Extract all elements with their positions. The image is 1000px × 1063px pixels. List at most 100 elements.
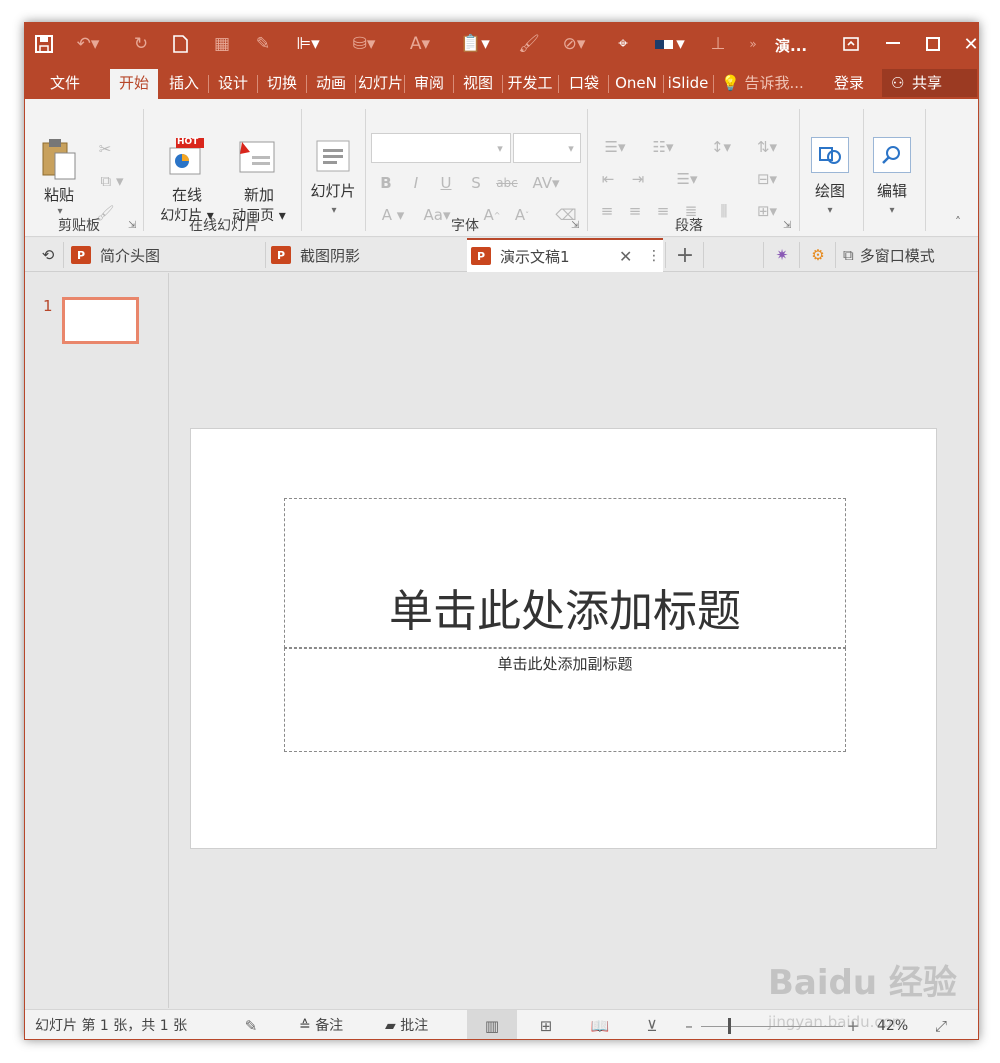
reading-view-icon[interactable]: 📖 (587, 1014, 613, 1038)
font-color-icon[interactable]: A▾ (403, 31, 437, 57)
font-name-field[interactable] (371, 133, 511, 163)
center-text-icon[interactable]: ≡ (623, 199, 647, 223)
paste-large-icon[interactable] (39, 137, 79, 181)
decrease-indent-icon[interactable]: ⇤ (595, 167, 621, 191)
save-icon[interactable] (31, 31, 57, 57)
zoom-out-icon[interactable]: – (681, 1014, 697, 1038)
font-color-icon-ribbon[interactable]: A ▾ (375, 203, 411, 227)
find-icon[interactable] (873, 137, 911, 173)
paste-label[interactable]: 粘贴 (35, 185, 83, 206)
strikethrough-icon[interactable]: abc (491, 171, 523, 195)
align-text-icon[interactable]: ⊟▾ (747, 167, 787, 191)
drawing-icon[interactable] (811, 137, 849, 173)
bullets-icon[interactable]: ☰▾ (595, 135, 635, 159)
close-icon[interactable]: ✕ (953, 29, 978, 59)
tab-review[interactable]: 审阅 (407, 69, 451, 99)
signin-link[interactable]: 登录 (825, 69, 873, 99)
fit-to-window-icon[interactable]: ⤢ (929, 1014, 953, 1038)
drawing-dropdown-icon[interactable]: ▾ (823, 203, 837, 217)
tab-animations[interactable]: 动画 (309, 69, 353, 99)
tell-me-box[interactable]: 💡 告诉我... (721, 69, 821, 99)
new-slide-dropdown-icon[interactable]: ▾ (327, 203, 341, 217)
slideshow-view-icon[interactable]: ⊻ (639, 1014, 665, 1038)
brush-icon[interactable]: 🖌 (516, 31, 542, 57)
title-placeholder[interactable]: 单击此处添加标题 (284, 498, 846, 648)
magic-icon[interactable]: ✷ (767, 238, 797, 272)
tab-islide[interactable]: iSlide (665, 69, 711, 99)
tab-insert[interactable]: 插入 (162, 69, 206, 99)
maximize-icon[interactable] (915, 29, 951, 59)
multiwindow-mode-button[interactable]: ⧉ 多窗口模式 (843, 238, 973, 272)
overflow-icon[interactable]: » (743, 31, 763, 57)
paste-icon[interactable]: 📋▾ (457, 31, 493, 57)
font-launcher-icon[interactable]: ⇲ (571, 220, 579, 231)
color-block-icon[interactable]: ▾ (651, 31, 689, 57)
new-animation-label-1[interactable]: 新加 (221, 185, 297, 206)
new-document-icon[interactable] (168, 31, 192, 57)
copy-icon[interactable]: ⧉ ▾ (91, 169, 133, 193)
new-slide-label[interactable]: 幻灯片 (305, 181, 361, 202)
ribbon-display-icon[interactable] (833, 29, 869, 59)
tab-pocket[interactable]: 口袋 (562, 69, 606, 99)
comments-button[interactable]: ▰ 批注 (385, 1010, 428, 1039)
spellcheck-icon[interactable]: ✎ (239, 1014, 263, 1038)
subtitle-placeholder[interactable]: 单击此处添加副标题 (284, 648, 846, 752)
increase-indent-icon[interactable]: ⇥ (625, 167, 651, 191)
undo-icon[interactable]: ↶▾ (73, 31, 103, 57)
tab-slideshow[interactable]: 幻灯片 (358, 69, 402, 99)
settings-gear-icon[interactable]: ⚙ (803, 238, 833, 272)
pen-icon[interactable]: ✎ (251, 31, 275, 57)
paragraph-launcher-icon[interactable]: ⇲ (783, 220, 791, 231)
tab-file[interactable]: 文件 (37, 69, 93, 99)
slide-canvas[interactable]: 单击此处添加标题 单击此处添加副标题 (190, 428, 937, 849)
char-spacing-icon[interactable]: AV▾ (527, 171, 565, 195)
columns-icon[interactable]: ☰▾ (667, 167, 707, 191)
slide-thumbnail[interactable] (62, 297, 139, 344)
tab-design[interactable]: 设计 (211, 69, 255, 99)
font-name-dropdown-icon[interactable]: ▾ (491, 137, 509, 159)
text-direction-icon[interactable]: ⇅▾ (747, 135, 787, 159)
doc-tab-2[interactable]: P 截图阴影 (271, 238, 465, 272)
editing-label[interactable]: 编辑 (865, 181, 919, 202)
cut-icon[interactable]: ✂ (93, 137, 117, 161)
new-slide-icon[interactable] (313, 137, 353, 175)
shadow-icon[interactable]: S (465, 171, 487, 195)
minimize-icon[interactable] (875, 29, 911, 59)
italic-icon[interactable]: I (405, 171, 427, 195)
tab-view[interactable]: 视图 (456, 69, 500, 99)
zoom-slider-thumb[interactable] (728, 1018, 731, 1034)
tab-home[interactable]: 开始 (110, 69, 158, 99)
online-slides-label-1[interactable]: 在线 (149, 185, 225, 206)
paint-bucket-icon[interactable]: ⛁▾ (347, 31, 381, 57)
align-left-text-icon[interactable]: ≡ (595, 199, 619, 223)
target-icon[interactable]: ⌖ (610, 31, 636, 57)
normal-view-icon[interactable]: ▥ (467, 1010, 517, 1039)
share-button[interactable]: ⚇ 共享 (882, 69, 977, 97)
editing-dropdown-icon[interactable]: ▾ (885, 203, 899, 217)
new-animation-page-icon[interactable] (235, 135, 279, 179)
align-center-icon[interactable]: ⊥ (706, 31, 730, 57)
close-tab-icon[interactable]: ✕ (619, 247, 632, 266)
slide-sorter-icon[interactable]: ⊞ (533, 1014, 559, 1038)
notes-button[interactable]: ≙ 备注 (299, 1010, 343, 1039)
line-spacing-icon[interactable]: ↕▾ (701, 135, 741, 159)
tab-history-icon[interactable]: ⟲ (33, 238, 63, 272)
bold-icon[interactable]: B (375, 171, 397, 195)
tab-onenote[interactable]: OneN (611, 69, 661, 99)
shrink-font-icon[interactable]: Aˇ (511, 203, 533, 227)
tab-transitions[interactable]: 切换 (260, 69, 304, 99)
smartart-icon[interactable]: ⊞▾ (747, 199, 787, 223)
doc-tab-1[interactable]: P 简介头图 (71, 238, 265, 272)
shape-icon[interactable]: ⊘▾ (555, 31, 593, 57)
tab-developer[interactable]: 开发工 (505, 69, 555, 99)
clipboard-launcher-icon[interactable]: ⇲ (128, 220, 136, 231)
new-tab-icon[interactable]: + (667, 238, 703, 272)
doc-tab-3-active[interactable]: P 演示文稿1 ✕ ⋮ (467, 238, 663, 272)
redo-icon[interactable]: ↻ (129, 31, 153, 57)
align-left-icon[interactable]: ⊫▾ (291, 31, 325, 57)
grid-icon[interactable]: ▦ (210, 31, 234, 57)
collapse-ribbon-icon[interactable]: ˄ (949, 213, 967, 231)
underline-icon[interactable]: U (435, 171, 457, 195)
drawing-label[interactable]: 绘图 (803, 181, 857, 202)
font-size-dropdown-icon[interactable]: ▾ (563, 137, 579, 159)
